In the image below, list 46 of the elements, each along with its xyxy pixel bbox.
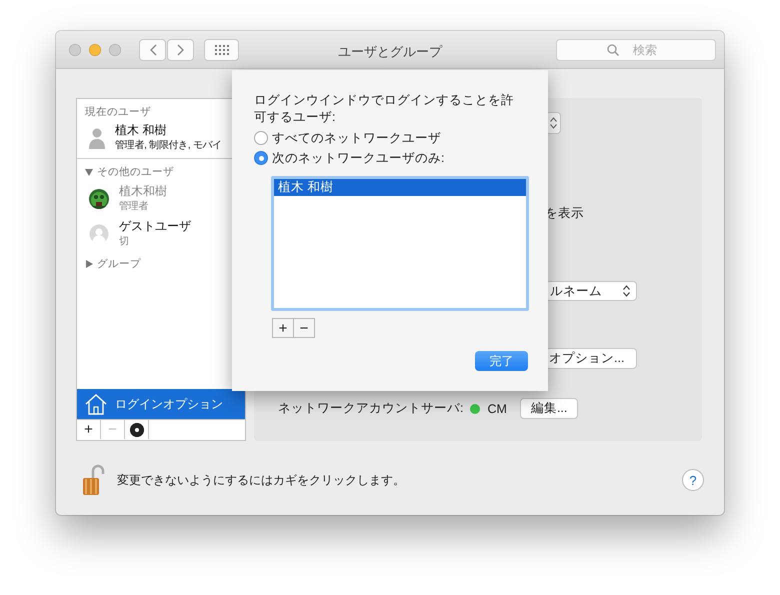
prompt-text: ログインウインドウでログインすることを許可するユーザ: <box>254 92 515 126</box>
minimize-button[interactable] <box>89 44 101 56</box>
section-header: グループ <box>97 257 141 271</box>
guest-avatar-icon <box>89 224 109 244</box>
user-name: ゲストユーザ <box>119 219 191 234</box>
user-name: 植木和樹 <box>119 184 167 199</box>
back-button[interactable] <box>139 38 166 60</box>
remove-button[interactable]: − <box>293 318 315 338</box>
grid-icon <box>214 44 228 54</box>
list-item[interactable]: 植木 和樹 <box>274 179 526 196</box>
window-title: ユーザとグループ <box>338 43 442 61</box>
zoom-button[interactable] <box>109 44 121 56</box>
unlocked-padlock-icon[interactable] <box>81 464 105 496</box>
disclosure-triangle-icon[interactable] <box>85 260 93 268</box>
add-button[interactable]: + <box>272 318 294 338</box>
options-button[interactable]: オプション... <box>545 348 637 369</box>
close-button[interactable] <box>69 44 81 56</box>
house-icon <box>85 393 107 415</box>
search-icon <box>607 44 619 56</box>
name-format-popup[interactable]: ルネーム <box>545 281 637 301</box>
server-name: CM <box>487 402 507 416</box>
up-down-arrows-icon <box>550 117 556 129</box>
section-header: 現在のユーザ <box>84 105 152 119</box>
person-icon <box>89 127 105 149</box>
edit-button[interactable]: 編集... <box>520 398 578 419</box>
section-header: その他のユーザ <box>97 165 174 179</box>
radio-option[interactable]: すべてのネットワークユーザ <box>254 130 441 146</box>
radio-button[interactable] <box>254 151 268 165</box>
up-down-arrows-icon <box>623 285 630 297</box>
show-all-button[interactable] <box>204 38 239 60</box>
user-detail: 管理者, 制限付き, モバイ <box>115 138 222 153</box>
user-detail: 管理者 <box>119 200 150 214</box>
radio-option[interactable]: 次のネットワークユーザのみ: <box>254 150 444 166</box>
radio-button[interactable] <box>254 131 268 145</box>
forward-button[interactable] <box>167 38 194 60</box>
field-label: ネットワークアカウントサーバ: <box>278 400 464 417</box>
search-field[interactable]: 検索 <box>556 38 716 60</box>
disclosure-triangle-icon[interactable] <box>85 168 93 176</box>
help-button[interactable]: ? <box>682 469 704 491</box>
back-icon <box>148 44 156 56</box>
user-detail: 切 <box>119 234 130 249</box>
forward-icon <box>176 44 184 56</box>
login-options-item[interactable]: ログインオプション <box>77 389 245 419</box>
gear-icon <box>130 422 144 436</box>
user-name: 植木 和樹 <box>115 123 168 138</box>
lock-hint-text: 変更できないようにするにはカギをクリックします。 <box>117 472 405 488</box>
